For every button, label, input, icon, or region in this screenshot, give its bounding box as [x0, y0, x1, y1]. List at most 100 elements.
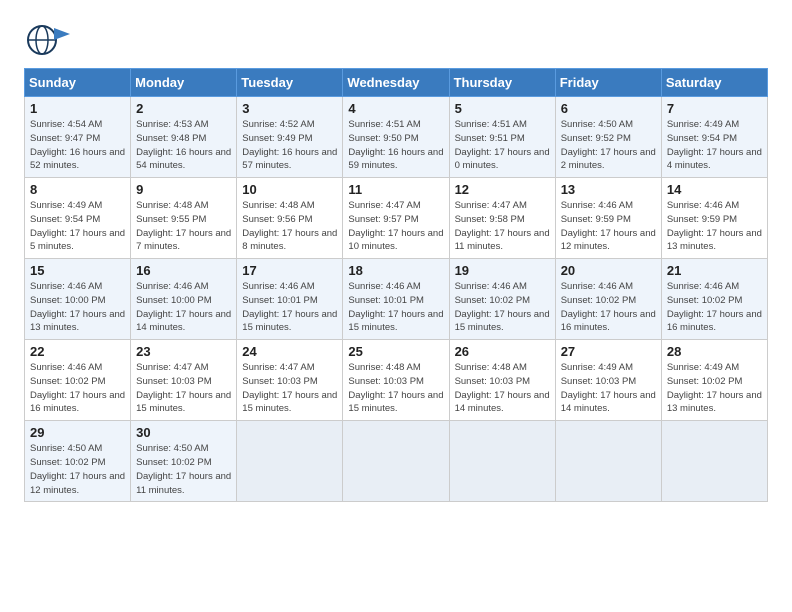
day-number: 28 — [667, 344, 762, 359]
cell-info: Sunrise: 4:49 AM Sunset: 10:03 PM Daylig… — [561, 361, 656, 416]
calendar-cell: 8 Sunrise: 4:49 AM Sunset: 9:54 PM Dayli… — [25, 178, 131, 259]
calendar-cell: 16 Sunrise: 4:46 AM Sunset: 10:00 PM Day… — [131, 259, 237, 340]
header-sunday: Sunday — [25, 69, 131, 97]
cell-info: Sunrise: 4:49 AM Sunset: 9:54 PM Dayligh… — [30, 199, 125, 254]
header-saturday: Saturday — [661, 69, 767, 97]
cell-info: Sunrise: 4:47 AM Sunset: 10:03 PM Daylig… — [242, 361, 337, 416]
day-number: 11 — [348, 182, 443, 197]
header-tuesday: Tuesday — [237, 69, 343, 97]
cell-info: Sunrise: 4:46 AM Sunset: 9:59 PM Dayligh… — [667, 199, 762, 254]
cell-info: Sunrise: 4:53 AM Sunset: 9:48 PM Dayligh… — [136, 118, 231, 173]
calendar-cell: 10 Sunrise: 4:48 AM Sunset: 9:56 PM Dayl… — [237, 178, 343, 259]
day-number: 14 — [667, 182, 762, 197]
calendar-cell: 12 Sunrise: 4:47 AM Sunset: 9:58 PM Dayl… — [449, 178, 555, 259]
calendar-cell — [449, 421, 555, 502]
cell-info: Sunrise: 4:51 AM Sunset: 9:50 PM Dayligh… — [348, 118, 443, 173]
cell-info: Sunrise: 4:49 AM Sunset: 10:02 PM Daylig… — [667, 361, 762, 416]
cell-info: Sunrise: 4:48 AM Sunset: 10:03 PM Daylig… — [348, 361, 443, 416]
cell-info: Sunrise: 4:48 AM Sunset: 10:03 PM Daylig… — [455, 361, 550, 416]
cell-info: Sunrise: 4:54 AM Sunset: 9:47 PM Dayligh… — [30, 118, 125, 173]
cell-info: Sunrise: 4:47 AM Sunset: 10:03 PM Daylig… — [136, 361, 231, 416]
day-number: 13 — [561, 182, 656, 197]
calendar-cell: 14 Sunrise: 4:46 AM Sunset: 9:59 PM Dayl… — [661, 178, 767, 259]
day-number: 22 — [30, 344, 125, 359]
header-monday: Monday — [131, 69, 237, 97]
day-number: 26 — [455, 344, 550, 359]
calendar-cell: 9 Sunrise: 4:48 AM Sunset: 9:55 PM Dayli… — [131, 178, 237, 259]
calendar-cell: 6 Sunrise: 4:50 AM Sunset: 9:52 PM Dayli… — [555, 97, 661, 178]
day-number: 23 — [136, 344, 231, 359]
calendar-cell: 19 Sunrise: 4:46 AM Sunset: 10:02 PM Day… — [449, 259, 555, 340]
week-row-3: 15 Sunrise: 4:46 AM Sunset: 10:00 PM Day… — [25, 259, 768, 340]
cell-info: Sunrise: 4:50 AM Sunset: 10:02 PM Daylig… — [136, 442, 231, 497]
cell-info: Sunrise: 4:51 AM Sunset: 9:51 PM Dayligh… — [455, 118, 550, 173]
day-number: 20 — [561, 263, 656, 278]
day-number: 27 — [561, 344, 656, 359]
day-number: 2 — [136, 101, 231, 116]
calendar-cell: 15 Sunrise: 4:46 AM Sunset: 10:00 PM Day… — [25, 259, 131, 340]
day-number: 4 — [348, 101, 443, 116]
calendar-cell: 13 Sunrise: 4:46 AM Sunset: 9:59 PM Dayl… — [555, 178, 661, 259]
cell-info: Sunrise: 4:49 AM Sunset: 9:54 PM Dayligh… — [667, 118, 762, 173]
cell-info: Sunrise: 4:47 AM Sunset: 9:57 PM Dayligh… — [348, 199, 443, 254]
header — [24, 20, 768, 60]
calendar-cell: 29 Sunrise: 4:50 AM Sunset: 10:02 PM Day… — [25, 421, 131, 502]
day-number: 18 — [348, 263, 443, 278]
cell-info: Sunrise: 4:50 AM Sunset: 10:02 PM Daylig… — [30, 442, 125, 497]
calendar-cell: 22 Sunrise: 4:46 AM Sunset: 10:02 PM Day… — [25, 340, 131, 421]
calendar-cell — [343, 421, 449, 502]
header-friday: Friday — [555, 69, 661, 97]
calendar-cell — [661, 421, 767, 502]
day-number: 24 — [242, 344, 337, 359]
day-number: 8 — [30, 182, 125, 197]
day-number: 10 — [242, 182, 337, 197]
calendar-cell: 4 Sunrise: 4:51 AM Sunset: 9:50 PM Dayli… — [343, 97, 449, 178]
calendar-cell: 30 Sunrise: 4:50 AM Sunset: 10:02 PM Day… — [131, 421, 237, 502]
week-row-1: 1 Sunrise: 4:54 AM Sunset: 9:47 PM Dayli… — [25, 97, 768, 178]
calendar-cell: 18 Sunrise: 4:46 AM Sunset: 10:01 PM Day… — [343, 259, 449, 340]
calendar-cell: 2 Sunrise: 4:53 AM Sunset: 9:48 PM Dayli… — [131, 97, 237, 178]
day-number: 25 — [348, 344, 443, 359]
cell-info: Sunrise: 4:46 AM Sunset: 9:59 PM Dayligh… — [561, 199, 656, 254]
day-number: 1 — [30, 101, 125, 116]
calendar-cell: 17 Sunrise: 4:46 AM Sunset: 10:01 PM Day… — [237, 259, 343, 340]
header-thursday: Thursday — [449, 69, 555, 97]
calendar-cell: 27 Sunrise: 4:49 AM Sunset: 10:03 PM Day… — [555, 340, 661, 421]
cell-info: Sunrise: 4:46 AM Sunset: 10:00 PM Daylig… — [136, 280, 231, 335]
calendar-table: SundayMondayTuesdayWednesdayThursdayFrid… — [24, 68, 768, 502]
calendar-cell: 24 Sunrise: 4:47 AM Sunset: 10:03 PM Day… — [237, 340, 343, 421]
day-number: 9 — [136, 182, 231, 197]
cell-info: Sunrise: 4:46 AM Sunset: 10:02 PM Daylig… — [455, 280, 550, 335]
calendar-cell: 25 Sunrise: 4:48 AM Sunset: 10:03 PM Day… — [343, 340, 449, 421]
day-number: 7 — [667, 101, 762, 116]
calendar-cell: 26 Sunrise: 4:48 AM Sunset: 10:03 PM Day… — [449, 340, 555, 421]
day-number: 17 — [242, 263, 337, 278]
logo — [24, 20, 72, 60]
cell-info: Sunrise: 4:48 AM Sunset: 9:55 PM Dayligh… — [136, 199, 231, 254]
calendar-cell: 5 Sunrise: 4:51 AM Sunset: 9:51 PM Dayli… — [449, 97, 555, 178]
calendar-cell — [555, 421, 661, 502]
calendar-cell: 11 Sunrise: 4:47 AM Sunset: 9:57 PM Dayl… — [343, 178, 449, 259]
cell-info: Sunrise: 4:48 AM Sunset: 9:56 PM Dayligh… — [242, 199, 337, 254]
logo-icon — [24, 20, 76, 60]
day-number: 12 — [455, 182, 550, 197]
day-number: 16 — [136, 263, 231, 278]
calendar-cell: 1 Sunrise: 4:54 AM Sunset: 9:47 PM Dayli… — [25, 97, 131, 178]
day-number: 29 — [30, 425, 125, 440]
calendar-cell: 7 Sunrise: 4:49 AM Sunset: 9:54 PM Dayli… — [661, 97, 767, 178]
cell-info: Sunrise: 4:46 AM Sunset: 10:01 PM Daylig… — [242, 280, 337, 335]
day-number: 30 — [136, 425, 231, 440]
cell-info: Sunrise: 4:46 AM Sunset: 10:01 PM Daylig… — [348, 280, 443, 335]
day-number: 15 — [30, 263, 125, 278]
day-number: 6 — [561, 101, 656, 116]
calendar-cell: 28 Sunrise: 4:49 AM Sunset: 10:02 PM Day… — [661, 340, 767, 421]
day-number: 19 — [455, 263, 550, 278]
week-row-5: 29 Sunrise: 4:50 AM Sunset: 10:02 PM Day… — [25, 421, 768, 502]
cell-info: Sunrise: 4:50 AM Sunset: 9:52 PM Dayligh… — [561, 118, 656, 173]
week-row-4: 22 Sunrise: 4:46 AM Sunset: 10:02 PM Day… — [25, 340, 768, 421]
page: SundayMondayTuesdayWednesdayThursdayFrid… — [0, 0, 792, 522]
week-row-2: 8 Sunrise: 4:49 AM Sunset: 9:54 PM Dayli… — [25, 178, 768, 259]
cell-info: Sunrise: 4:46 AM Sunset: 10:02 PM Daylig… — [667, 280, 762, 335]
cell-info: Sunrise: 4:52 AM Sunset: 9:49 PM Dayligh… — [242, 118, 337, 173]
cell-info: Sunrise: 4:46 AM Sunset: 10:02 PM Daylig… — [561, 280, 656, 335]
